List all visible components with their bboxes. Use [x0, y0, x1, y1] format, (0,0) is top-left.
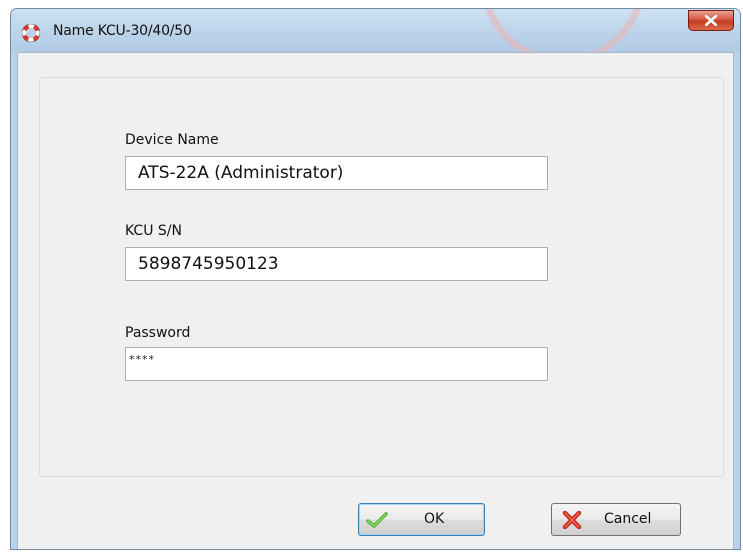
lifebuoy-icon [21, 23, 41, 43]
device-name-label: Device Name [125, 132, 219, 148]
ok-button[interactable]: OK [358, 503, 485, 536]
titlebar-decoration [481, 9, 645, 52]
dialog-window: Name KCU-30/40/50 Device Name ATS-22A (A… [10, 8, 741, 550]
close-button[interactable] [688, 10, 734, 31]
close-icon [705, 15, 717, 26]
title-bar[interactable]: Name KCU-30/40/50 [11, 9, 740, 52]
device-name-field[interactable]: ATS-22A (Administrator) [125, 156, 548, 190]
kcu-sn-field[interactable]: 5898745950123 [125, 247, 548, 281]
red-x-icon [562, 510, 582, 530]
cancel-button[interactable]: Cancel [551, 503, 681, 536]
checkmark-icon [366, 511, 388, 529]
password-label: Password [125, 325, 191, 341]
ok-label: OK [424, 511, 445, 527]
kcu-sn-label: KCU S/N [125, 223, 182, 239]
cancel-label: Cancel [604, 511, 652, 527]
window-title: Name KCU-30/40/50 [53, 23, 192, 39]
form-group-box: Device Name ATS-22A (Administrator) KCU … [39, 77, 724, 477]
dialog-client-area: Device Name ATS-22A (Administrator) KCU … [17, 52, 734, 549]
password-field[interactable]: **** [125, 347, 548, 381]
